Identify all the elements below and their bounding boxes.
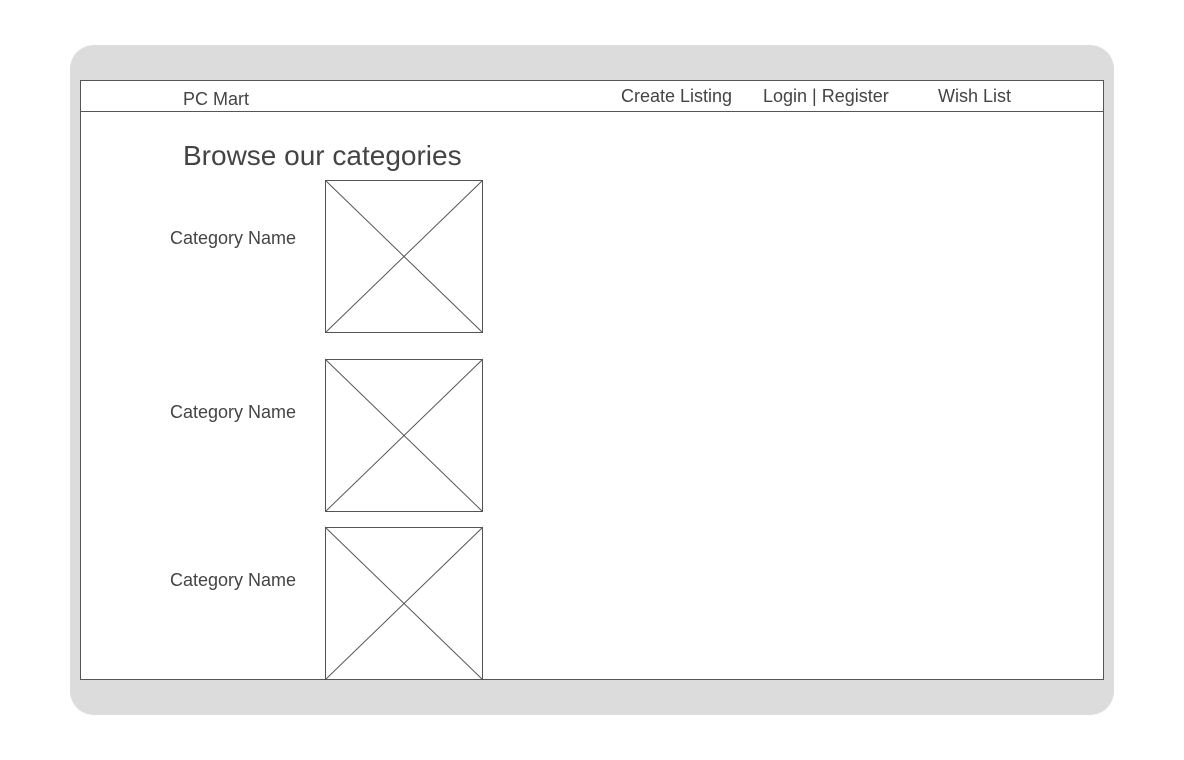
category-image-placeholder[interactable]	[325, 180, 483, 333]
nav-login-register[interactable]: Login | Register	[763, 86, 889, 106]
nav-create-listing[interactable]: Create Listing	[621, 86, 732, 106]
nav-wish-list[interactable]: Wish List	[938, 86, 1011, 106]
browser-screen: PC Mart Create Listing Login | Register …	[80, 80, 1104, 680]
category-label[interactable]: Category Name	[170, 402, 296, 422]
navbar: PC Mart Create Listing Login | Register …	[81, 81, 1103, 112]
category-label[interactable]: Category Name	[170, 228, 296, 248]
category-image-placeholder[interactable]	[325, 359, 483, 512]
brand-logo[interactable]: PC Mart	[183, 89, 249, 109]
category-label[interactable]: Category Name	[170, 570, 296, 590]
category-image-placeholder[interactable]	[325, 527, 483, 679]
page-title: Browse our categories	[183, 140, 462, 171]
